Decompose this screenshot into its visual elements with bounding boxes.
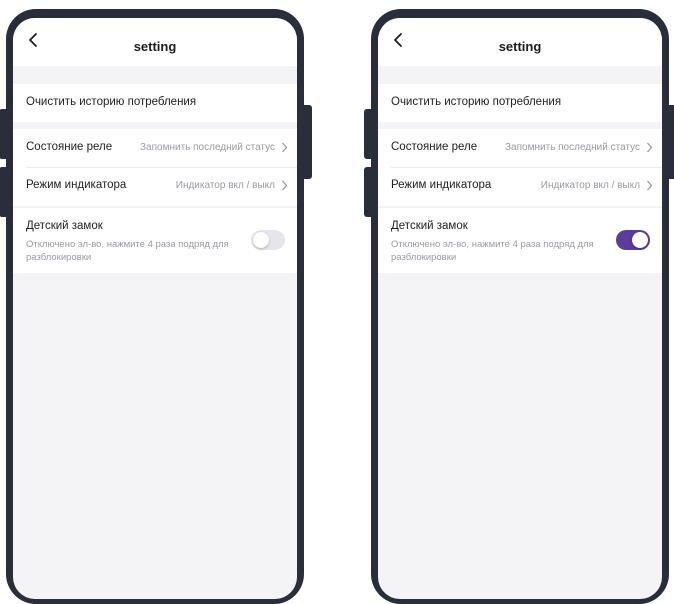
chevron-right-icon xyxy=(282,180,288,191)
indicator-mode-value: Индикатор вкл / выкл xyxy=(540,180,640,191)
child-lock-toggle[interactable] xyxy=(251,230,285,250)
chevron-right-icon xyxy=(647,180,653,191)
indicator-mode-row[interactable]: Режим индикатора Индикатор вкл / выкл xyxy=(13,168,297,206)
page-title: setting xyxy=(133,39,177,54)
phone-screen: setting Очистить историю потребления Сос… xyxy=(13,18,297,599)
page-title: setting xyxy=(498,39,542,54)
chevron-right-icon xyxy=(647,142,653,153)
phone-screen: setting Очистить историю потребления Сос… xyxy=(378,18,662,599)
relay-state-row[interactable]: Состояние реле Запомнить последний стату… xyxy=(13,129,297,167)
phone-mockup-1: setting Очистить историю потребления Сос… xyxy=(0,9,312,604)
relay-state-value: Запомнить последний статус xyxy=(140,142,275,153)
toggle-knob xyxy=(253,232,269,248)
indicator-mode-row[interactable]: Режим индикатора Индикатор вкл / выкл xyxy=(378,168,662,206)
indicator-mode-label: Режим индикатора xyxy=(391,179,492,191)
relay-state-row[interactable]: Состояние реле Запомнить последний стату… xyxy=(378,129,662,167)
chevron-right-icon xyxy=(282,142,288,153)
header: setting xyxy=(378,18,662,66)
indicator-mode-label: Режим индикатора xyxy=(26,179,127,191)
clear-history-label: Очистить историю потребления xyxy=(26,96,197,108)
child-lock-label: Детский замок xyxy=(26,220,103,232)
relay-state-label: Состояние реле xyxy=(26,141,113,153)
settings-card: Состояние реле Запомнить последний стату… xyxy=(13,129,297,206)
child-lock-description: Отключено эл-во, нажмите 4 раза подряд д… xyxy=(26,239,229,263)
phone-mockup-2: setting Очистить историю потребления Сос… xyxy=(364,9,674,604)
relay-state-value: Запомнить последний статус xyxy=(505,142,640,153)
relay-state-label: Состояние реле xyxy=(391,141,478,153)
toggle-knob xyxy=(632,232,648,248)
child-lock-label: Детский замок xyxy=(391,220,468,232)
child-lock-description: Отключено эл-во, нажмите 4 раза подряд д… xyxy=(391,239,594,263)
child-lock-toggle[interactable] xyxy=(616,230,650,250)
clear-history-label: Очистить историю потребления xyxy=(391,96,562,108)
settings-card: Состояние реле Запомнить последний стату… xyxy=(378,129,662,206)
clear-history-card[interactable]: Очистить историю потребления xyxy=(378,84,662,122)
clear-history-card[interactable]: Очистить историю потребления xyxy=(13,84,297,122)
indicator-mode-value: Индикатор вкл / выкл xyxy=(175,180,275,191)
header: setting xyxy=(13,18,297,66)
